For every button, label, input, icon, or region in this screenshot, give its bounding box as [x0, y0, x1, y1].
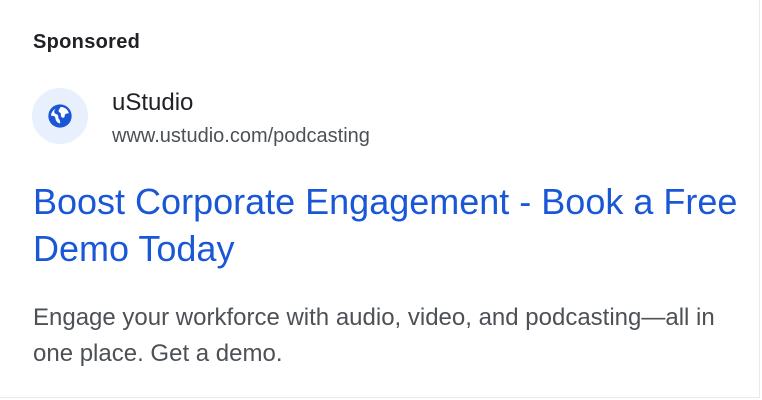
globe-icon [48, 104, 72, 128]
ad-description: Engage your workforce with audio, video,… [33, 304, 715, 367]
advertiser-url[interactable]: www.ustudio.com/podcasting [112, 123, 370, 149]
sponsored-label: Sponsored [33, 31, 141, 53]
advertiser-name[interactable]: uStudio [112, 89, 193, 117]
ad-headline-link[interactable]: Boost Corporate Engagement - Book a Free… [33, 178, 743, 272]
sponsored-ad-card: Sponsored uStudio www.ustudio.com/podcas… [0, 0, 760, 398]
site-favicon[interactable] [32, 88, 88, 144]
